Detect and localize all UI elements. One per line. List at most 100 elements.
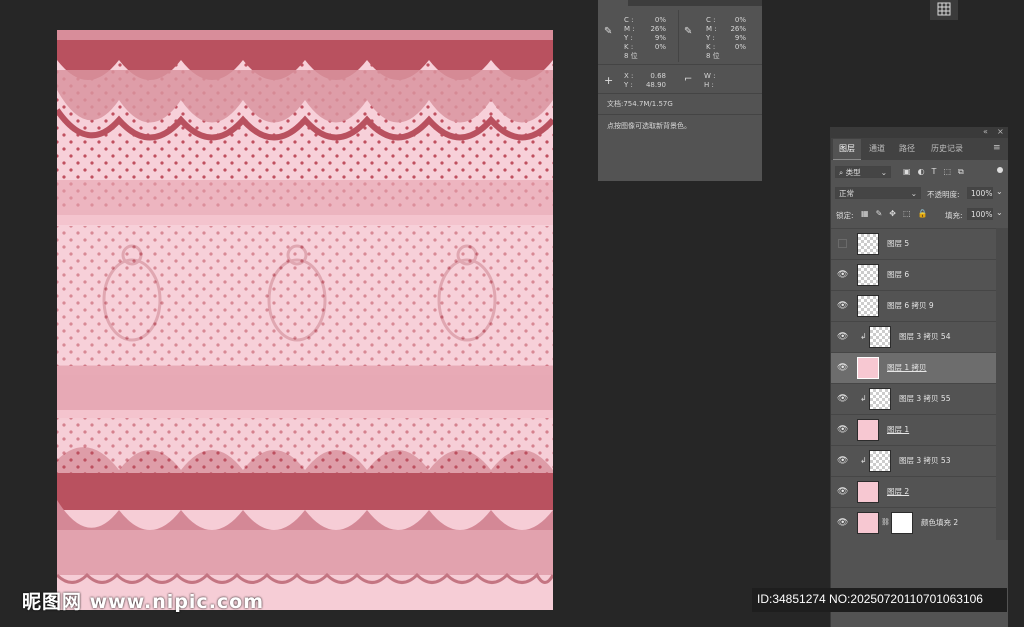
panel-topbar: « × <box>831 127 1008 138</box>
pixel-filter-icon[interactable]: ▣ <box>903 167 918 176</box>
xy-values: 0.68 48.90 <box>645 72 666 89</box>
eye-icon[interactable]: 👁 <box>837 301 848 311</box>
layer-row[interactable]: 👁 图层 1 <box>831 414 996 445</box>
grid-panel-button[interactable] <box>930 0 958 20</box>
tab-history[interactable]: 历史记录 <box>925 139 969 159</box>
lock-icons: ▦✎✥⬚🔒 <box>861 209 935 218</box>
layer-thumbnail <box>857 481 879 503</box>
layer-row[interactable]: 👁 图层 2 <box>831 476 996 507</box>
info-panel: ✎ ✎ C : M : Y : K : 8 位 0% 26% 9% 0% C :… <box>598 0 762 181</box>
lock-label: 锁定: <box>836 211 854 220</box>
chevron-down-icon[interactable]: ⌄ <box>996 208 1003 217</box>
lock-all-icon[interactable]: 🔒 <box>918 209 935 218</box>
watermark-id: ID:34851274 NO:20250720110701063106 <box>757 592 983 606</box>
eye-icon[interactable]: 👁 <box>837 270 848 280</box>
document-canvas[interactable] <box>57 30 553 610</box>
layer-row[interactable]: 👁 ⛓ 颜色填充 2 <box>831 507 996 540</box>
layer-list: 图层 5 👁 图层 6 👁 图层 6 拷贝 9 👁 ↲ 图层 3 拷贝 54 👁… <box>831 228 996 540</box>
panel-menu-icon[interactable]: ≡ <box>993 143 1001 153</box>
fill-input[interactable]: 100% <box>967 208 993 220</box>
layer-thumbnail <box>857 233 879 255</box>
crosshair-icon: + <box>604 74 614 87</box>
shape-filter-icon[interactable]: ⬚ <box>943 167 958 176</box>
layer-name: 图层 3 拷贝 55 <box>899 394 951 403</box>
lock-move-icon[interactable]: ✥ <box>889 209 903 218</box>
divider <box>598 114 762 115</box>
layer-name: 颜色填充 2 <box>921 518 959 527</box>
cmyk-left-labels: C : M : Y : K : 8 位 <box>624 16 638 60</box>
tab-channels[interactable]: 通道 <box>863 139 891 159</box>
search-icon: ⌕ <box>839 168 844 177</box>
layer-thumbnail <box>857 419 879 441</box>
eye-icon[interactable]: 👁 <box>837 332 848 342</box>
layer-row[interactable]: 👁 ↲ 图层 3 拷贝 55 <box>831 383 996 414</box>
fill-label: 填充: <box>945 211 963 220</box>
xy-labels: X : Y : <box>624 72 634 89</box>
cmyk-right-values: 0% 26% 9% 0% <box>730 16 746 51</box>
eye-icon[interactable]: 👁 <box>837 487 848 497</box>
cmyk-right-labels: C : M : Y : K : 8 位 <box>706 16 720 60</box>
blend-mode-select[interactable]: 正常 ⌄ <box>835 187 921 199</box>
layer-thumbnail <box>869 450 891 472</box>
layer-name: 图层 6 拷贝 9 <box>887 301 934 310</box>
layer-name: 图层 5 <box>887 239 910 248</box>
doc-size: 文档:754.7M/1.57G <box>607 100 673 108</box>
layer-row[interactable]: 👁 图层 6 <box>831 259 996 290</box>
filter-type-select[interactable]: ⌕ 类型 ⌄ <box>835 166 891 178</box>
tab-paths[interactable]: 路径 <box>893 139 921 159</box>
eye-icon[interactable]: 👁 <box>837 456 848 466</box>
cmyk-left-values: 0% 26% 9% 0% <box>650 16 666 51</box>
pattern-band-lower-dots <box>57 418 553 473</box>
panel-header <box>628 0 762 6</box>
divider <box>598 64 762 65</box>
watermark-site: 昵图网 www.nipic.com <box>22 591 265 613</box>
collapse-icon[interactable]: « <box>983 127 988 136</box>
chevron-down-icon[interactable]: ⌄ <box>996 187 1003 196</box>
filter-icons: ▣◐T⬚⧉ <box>903 167 971 177</box>
adjustment-filter-icon[interactable]: ◐ <box>918 167 932 176</box>
eye-icon[interactable]: 👁 <box>837 363 848 373</box>
divider <box>678 10 679 62</box>
layer-thumbnail <box>857 264 879 286</box>
blend-mode-value: 正常 <box>839 189 854 198</box>
smart-object-filter-icon[interactable]: ⧉ <box>958 167 971 176</box>
layer-row[interactable]: 👁 图层 6 拷贝 9 <box>831 290 996 321</box>
layer-row[interactable]: 图层 5 <box>831 228 996 259</box>
opacity-input[interactable]: 100% <box>967 187 993 199</box>
layer-name: 图层 3 拷贝 53 <box>899 456 951 465</box>
layer-name: 图层 3 拷贝 54 <box>899 332 951 341</box>
layer-row[interactable]: 👁 ↲ 图层 3 拷贝 54 <box>831 321 996 352</box>
clipping-mask-icon: ↲ <box>860 456 867 465</box>
eye-icon[interactable]: 👁 <box>837 394 848 404</box>
layer-thumbnail <box>869 388 891 410</box>
tab-layers[interactable]: 图层 <box>833 139 861 160</box>
chevron-down-icon: ⌄ <box>880 168 887 177</box>
scrollbar[interactable] <box>996 228 1008 540</box>
lock-paint-icon[interactable]: ✎ <box>876 209 890 218</box>
lock-artboard-icon[interactable]: ⬚ <box>903 209 918 218</box>
layers-panel: « × 图层 通道 路径 历史记录 ≡ ⌕ 类型 ⌄ ▣◐T⬚⧉ 正常 ⌄ 不透… <box>830 127 1008 627</box>
grid-icon <box>937 2 951 16</box>
layer-row[interactable]: 👁 ↲ 图层 3 拷贝 53 <box>831 445 996 476</box>
eyedropper-icon: ✎ <box>684 26 693 37</box>
eye-icon[interactable]: 👁 <box>837 518 848 528</box>
opacity-label: 不透明度: <box>927 190 960 199</box>
clipping-mask-icon: ↲ <box>860 332 867 341</box>
eye-icon[interactable]: 👁 <box>837 425 848 435</box>
divider <box>598 93 762 94</box>
type-filter-icon[interactable]: T <box>932 167 944 176</box>
layer-name: 图层 1 <box>887 425 910 434</box>
close-icon[interactable]: × <box>997 127 1004 136</box>
visibility-off-toggle[interactable] <box>838 239 847 248</box>
chevron-down-icon: ⌄ <box>910 189 917 198</box>
layer-row-selected[interactable]: 👁 图层 1 拷贝 <box>831 352 996 383</box>
layer-thumbnail <box>857 357 879 379</box>
link-icon: ⛓ <box>881 518 890 526</box>
layer-name: 图层 1 拷贝 <box>887 363 927 372</box>
layer-name: 图层 2 <box>887 487 910 496</box>
pattern-band-mid-dots <box>57 226 553 366</box>
info-hint: 点按图像可选取新背景色。 <box>607 122 691 130</box>
fill-color-thumbnail <box>857 512 879 534</box>
filter-toggle[interactable] <box>997 167 1003 173</box>
lock-transparent-icon[interactable]: ▦ <box>861 209 876 218</box>
